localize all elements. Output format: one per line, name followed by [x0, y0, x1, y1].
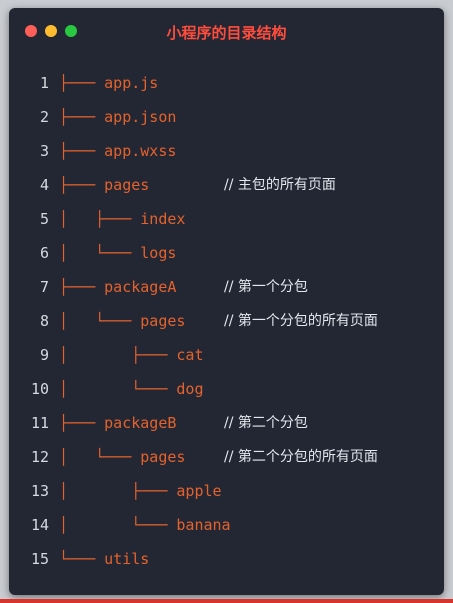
tree-branch: ├─── — [59, 108, 105, 126]
tree-line: 6 │ └─── logs — [9, 243, 176, 263]
tree-line: 8 │ └─── pages — [9, 311, 185, 331]
tree-entry-name: utils — [104, 550, 150, 568]
tree-line: 13 │ ├─── apple — [9, 481, 222, 501]
tree-entry-name: logs — [140, 244, 177, 262]
line-number: 7 — [39, 278, 49, 296]
tree-branch: │ ├─── — [59, 482, 177, 500]
line-number: 2 — [39, 108, 49, 126]
tree-line: 1 ├─── app.js — [9, 73, 158, 93]
tree-line: 12 │ └─── pages — [9, 447, 186, 467]
tree-entry-name: pages — [140, 448, 186, 466]
window-title: 小程序的目录结构 — [166, 24, 287, 42]
tree-branch: │ └─── — [59, 448, 141, 466]
tree-comment: // 第一个分包 — [224, 279, 308, 295]
line-number: 3 — [39, 142, 49, 160]
tree-branch: │ ├─── — [59, 346, 177, 364]
tree-branch: ├─── — [59, 278, 105, 296]
tree-branch: ├─── — [59, 414, 105, 432]
tree-line: 11 ├─── packageB — [9, 413, 176, 433]
tree-entry-name: packageA — [104, 278, 177, 296]
tree-line: 14 │ └─── banana — [9, 515, 231, 535]
tree-entry-name: cat — [176, 346, 204, 364]
tree-line: 3 ├─── app.wxss — [9, 141, 176, 161]
line-number: 6 — [39, 244, 49, 262]
tree-entry-name: index — [140, 210, 186, 228]
tree-comment: // 第二个分包的所有页面 — [224, 449, 378, 465]
tree-entry-name: apple — [176, 482, 222, 500]
tree-entry-name: banana — [176, 516, 231, 534]
tree-line: 2 ├─── app.json — [9, 107, 176, 127]
line-number: 13 — [30, 482, 49, 500]
tree-branch: └─── — [59, 550, 105, 568]
tree-comment: // 第二个分包 — [224, 415, 308, 431]
tree-comment: // 第一个分包的所有页面 — [224, 313, 378, 329]
code-window: 小程序的目录结构 1 ├─── app.js 2 ├─── app.json 3 ├───… — [9, 8, 444, 595]
tree-branch: ├─── — [59, 142, 105, 160]
tree-line: 5 │ ├─── index — [9, 209, 185, 229]
tree-line: 4 ├─── pages — [9, 175, 149, 195]
line-number: 9 — [39, 346, 49, 364]
line-number: 1 — [39, 74, 49, 92]
tree-branch: │ └─── — [59, 244, 141, 262]
tree-entry-name: app.wxss — [104, 142, 177, 160]
tree-entry-name: app.json — [104, 108, 177, 126]
tree-line: 9 │ ├─── cat — [9, 345, 204, 365]
tree-branch: │ └─── — [59, 380, 177, 398]
tree-entry-name: app.js — [104, 74, 159, 92]
tree-branch: │ └─── — [59, 516, 177, 534]
tree-line: 15 └─── utils — [9, 549, 149, 569]
tree-line: 10 │ └─── dog — [9, 379, 204, 399]
tree-branch: │ ├─── — [59, 210, 141, 228]
line-number: 4 — [39, 176, 49, 194]
tree-entry-name: pages — [140, 312, 186, 330]
line-number: 14 — [30, 516, 49, 534]
tree-branch: ├─── — [59, 74, 105, 92]
tree-line: 7 ├─── packageA — [9, 277, 176, 297]
tree-comment: // 主包的所有页面 — [224, 177, 336, 193]
line-number: 5 — [39, 210, 49, 228]
tree-entry-name: pages — [104, 176, 150, 194]
line-number: 11 — [30, 414, 49, 432]
line-number: 10 — [30, 380, 49, 398]
line-number: 12 — [30, 448, 49, 466]
tree-entry-name: dog — [176, 380, 204, 398]
tree-branch: ├─── — [59, 176, 105, 194]
line-number: 15 — [30, 550, 49, 568]
bottom-accent-line — [0, 599, 453, 603]
tree-branch: │ └─── — [59, 312, 141, 330]
line-number: 8 — [39, 312, 49, 330]
tree-entry-name: packageB — [104, 414, 177, 432]
